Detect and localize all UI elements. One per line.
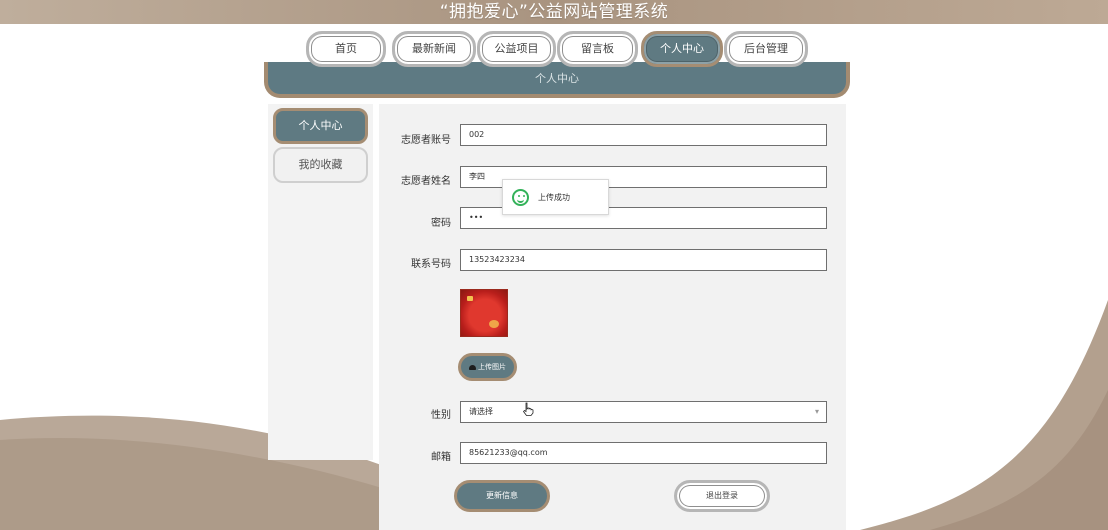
smile-icon-mouth [517,197,524,203]
account-label: 志愿者账号 [401,135,451,146]
avatar-image [460,289,508,337]
page-banner: 个人中心 [264,62,850,98]
password-label: 密码 [431,218,451,229]
nav-message-board[interactable]: 留言板 [557,31,638,67]
sidebar-item-personal-center[interactable]: 个人中心 [273,108,368,144]
success-toast: 上传成功 [502,179,609,215]
top-header: “拥抱爱心”公益网站管理系统 [0,0,1108,24]
chevron-down-icon: ▾ [814,407,819,416]
sidebar: 个人中心 我的收藏 [268,104,373,460]
nav-charity-projects[interactable]: 公益项目 [477,31,556,67]
sidebar-item-my-favorites[interactable]: 我的收藏 [273,147,368,183]
avatar-highlight [489,320,499,328]
gender-select[interactable]: 请选择 ▾ [460,401,827,423]
gender-select-value: 请选择 [469,407,493,416]
email-label: 邮箱 [431,452,451,463]
page-title: 个人中心 [535,72,579,85]
nav-personal-center[interactable]: 个人中心 [641,31,723,67]
name-label: 志愿者姓名 [401,176,451,187]
upload-label: 上传图片 [478,363,506,371]
logout-button[interactable]: 退出登录 [674,480,770,512]
upload-image-button[interactable]: 上传图片 [458,353,517,381]
avatar-star [467,296,473,301]
nav-admin[interactable]: 后台管理 [724,31,808,67]
upload-icon [469,364,476,370]
site-title: “拥抱爱心”公益网站管理系统 [439,2,669,22]
phone-label: 联系号码 [411,259,451,270]
nav-latest-news[interactable]: 最新新闻 [392,31,476,67]
account-field[interactable]: 002 [460,124,827,146]
smile-icon [512,189,529,206]
nav-home[interactable]: 首页 [306,31,386,67]
profile-form: 志愿者账号 002 志愿者姓名 李四 密码 ••• 联系号码 135234232… [379,104,846,530]
phone-field[interactable]: 13523423234 [460,249,827,271]
main-nav: 首页 最新新闻 公益项目 留言板 个人中心 后台管理 [0,31,1108,67]
email-field[interactable]: 85621233@qq.com [460,442,827,464]
update-info-button[interactable]: 更新信息 [454,480,550,512]
gender-label: 性别 [431,410,451,421]
hand-cursor-icon [522,402,534,416]
toast-message: 上传成功 [538,193,570,202]
